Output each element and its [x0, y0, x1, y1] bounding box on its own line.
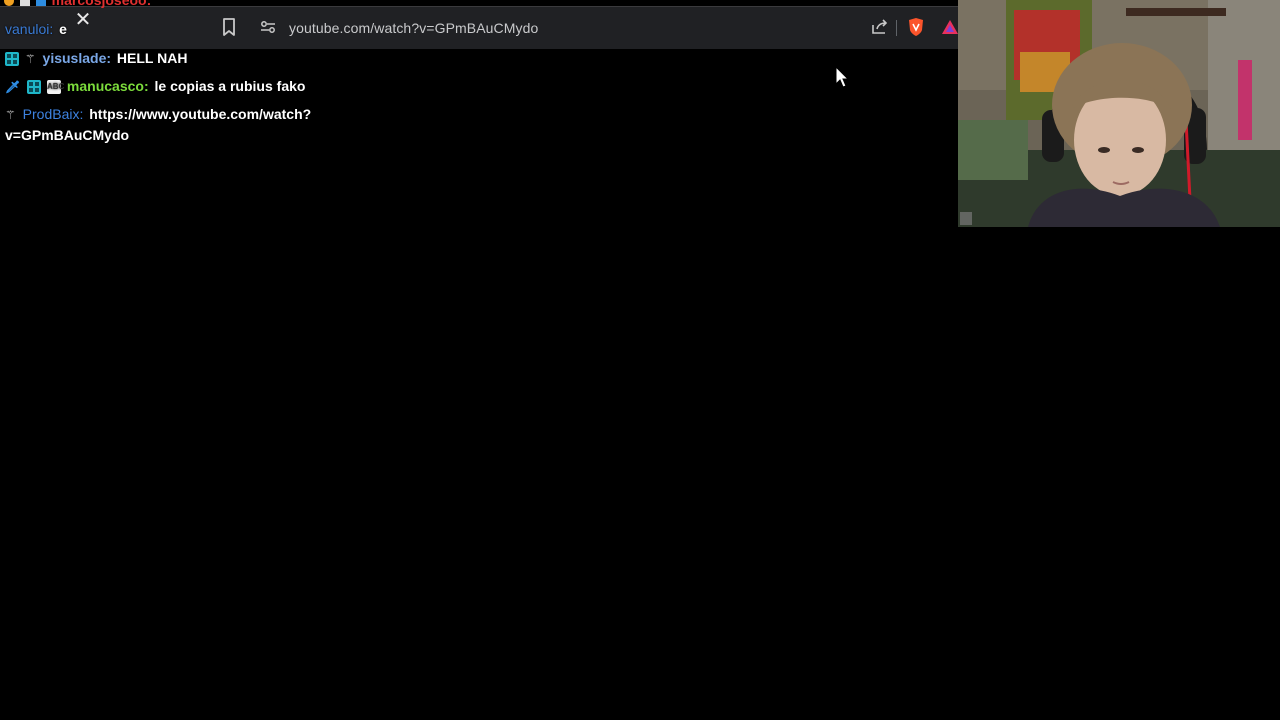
vip-sword-badge-icon: ⚚ — [5, 108, 16, 123]
chat-username: vanuloi: — [5, 21, 54, 37]
brave-rewards-icon[interactable] — [940, 17, 960, 37]
site-settings-icon[interactable] — [258, 17, 278, 37]
gold-badge-icon — [4, 0, 14, 7]
chat-username: manucasco: — [66, 78, 149, 94]
chat-message: ⚚ yisuslade: HELL NAH — [5, 50, 188, 67]
webcam-image — [958, 0, 1280, 227]
chat-link[interactable]: https://www.youtube.com/watch? — [89, 106, 311, 122]
toolbar-divider — [896, 20, 897, 36]
chat-username: marcosjoseoo: — [51, 0, 152, 8]
brave-shield-icon[interactable] — [906, 17, 926, 37]
chat-link-continued[interactable]: v=GPmBAuCMydo — [5, 127, 129, 143]
abc-badge-icon: ABC — [47, 80, 64, 95]
bookmark-icon[interactable] — [219, 17, 239, 37]
chat-message: ⚚ ProdBaix: https://www.youtube.com/watc… — [5, 106, 311, 122]
address-bar-url[interactable]: youtube.com/watch?v=GPmBAuCMydo — [289, 20, 538, 36]
vip-sword-badge-icon: ⚚ — [24, 52, 36, 67]
subscriber-badge-icon — [27, 80, 42, 95]
mouse-cursor-icon — [835, 66, 849, 88]
chat-text: le copias a rubius fako — [154, 78, 306, 94]
chat-message-clipped: marcosjoseoo: — [4, 0, 151, 8]
subscriber-badge-icon — [5, 52, 19, 67]
webcam-feed — [958, 0, 1280, 227]
share-icon[interactable] — [870, 17, 890, 37]
chat-message: 🗡 ABC manucasco: le copias a rubius fako — [5, 78, 306, 95]
chat-message: vanuloi: e — [5, 21, 67, 37]
stream-screen: youtube.com/watch?v=GPmBAuCMydo ✕ marcos… — [0, 0, 1280, 720]
blue-badge-icon — [35, 0, 46, 7]
chat-username: yisuslade: — [42, 50, 112, 66]
chat-message-continued: v=GPmBAuCMydo — [5, 127, 129, 143]
chat-text: HELL NAH — [116, 50, 188, 66]
chat-username: ProdBaix: — [22, 106, 84, 122]
white-badge-icon — [19, 0, 30, 7]
browser-toolbar: youtube.com/watch?v=GPmBAuCMydo — [0, 6, 960, 49]
chat-text: e — [59, 21, 67, 37]
sword-badge-icon: 🗡 — [5, 80, 21, 95]
close-icon[interactable]: ✕ — [74, 10, 92, 30]
